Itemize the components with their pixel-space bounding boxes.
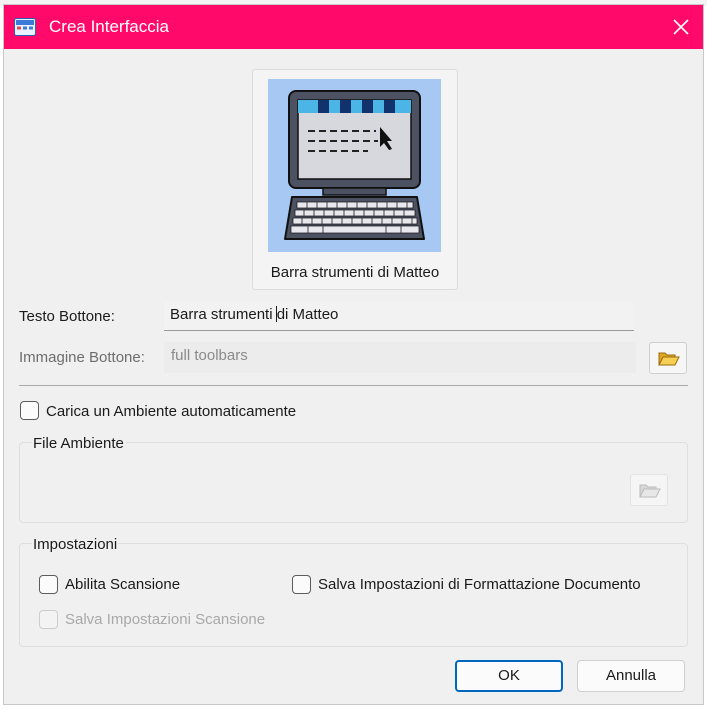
- save-scan-settings-checkbox: [39, 610, 58, 629]
- settings-group-title: Impostazioni: [32, 536, 119, 553]
- settings-group: [19, 543, 688, 647]
- save-format-settings-checkbox[interactable]: [292, 575, 311, 594]
- save-scan-settings-label: Salva Impostazioni Scansione: [65, 611, 266, 628]
- dialog-window: Crea Interfaccia Barra strumenti di Matt…: [3, 4, 704, 705]
- preview-label: Barra strumenti di Matteo: [270, 264, 440, 281]
- enable-scan-label: Abilita Scansione: [65, 576, 181, 593]
- auto-load-environment-label: Carica un Ambiente automaticamente: [46, 403, 297, 420]
- browse-environment-button[interactable]: [630, 474, 668, 506]
- browse-image-button[interactable]: [649, 342, 687, 374]
- computer-screen-keyboard-icon: [268, 79, 441, 252]
- button-image-label: Immagine Bottone:: [19, 349, 145, 366]
- cancel-button[interactable]: Annulla: [577, 660, 685, 692]
- button-text-label: Testo Bottone:: [19, 308, 115, 325]
- open-folder-icon: [658, 352, 680, 366]
- environment-file-group: [19, 442, 688, 523]
- window-title: Crea Interfaccia: [49, 17, 169, 36]
- close-icon[interactable]: [665, 11, 697, 43]
- button-text-value-start: Barra strumenti: [170, 306, 277, 323]
- title-bar[interactable]: Crea Interfaccia: [4, 5, 703, 49]
- button-text-input[interactable]: Barra strumenti di Matteo: [164, 302, 634, 331]
- toolbar-app-icon: [14, 18, 36, 36]
- enable-scan-checkbox[interactable]: [39, 575, 58, 594]
- environment-file-group-title: File Ambiente: [32, 435, 125, 452]
- button-image-field: full toolbars: [164, 342, 636, 373]
- button-preview[interactable]: Barra strumenti di Matteo: [252, 69, 458, 290]
- auto-load-environment-checkbox[interactable]: [20, 401, 39, 420]
- separator: [19, 385, 688, 386]
- save-format-settings-label: Salva Impostazioni di Formattazione Docu…: [318, 576, 641, 593]
- ok-button[interactable]: OK: [455, 660, 563, 692]
- open-folder-icon: [639, 484, 661, 498]
- button-text-value-end: di Matteo: [276, 306, 339, 323]
